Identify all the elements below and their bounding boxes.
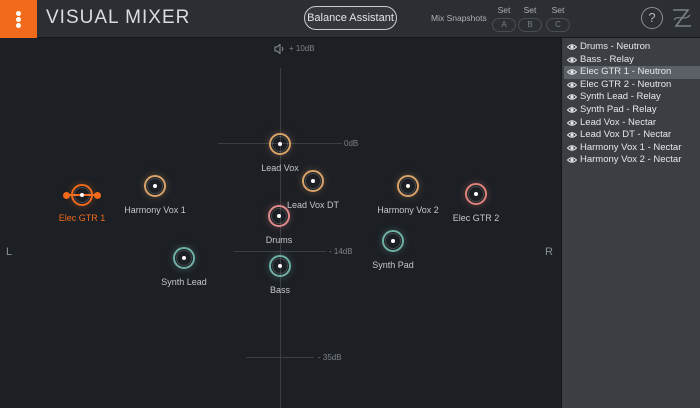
snapshot-b-set-button[interactable]: Set — [518, 5, 542, 15]
track-name: Synth Lead - Relay — [580, 91, 661, 103]
track-list-item[interactable]: Synth Lead - Relay — [564, 91, 700, 104]
track-list-item[interactable]: Bass - Relay — [564, 54, 700, 67]
snapshot-c: Set C — [546, 5, 570, 32]
top-db-text: + 10dB — [289, 44, 315, 54]
mixer-node-drums[interactable] — [268, 205, 290, 227]
track-name: Lead Vox DT - Nectar — [580, 129, 672, 141]
track-name: Lead Vox - Nectar — [580, 116, 657, 128]
node-center-dot — [277, 214, 281, 218]
snapshot-b-button[interactable]: B — [518, 18, 542, 32]
mixer-node-label: Bass — [269, 285, 291, 295]
track-list-item[interactable]: Elec GTR 2 - Neutron — [564, 79, 700, 92]
mixer-node-label: Lead Vox — [261, 163, 299, 173]
pan-left-label: L — [6, 246, 13, 258]
width-handle-left[interactable] — [63, 191, 70, 199]
track-name: Harmony Vox 1 - Nectar — [580, 141, 682, 153]
pan-right-label: R — [545, 246, 553, 258]
top-db-label: + 10dB — [274, 44, 315, 54]
db-label-0: 0dB — [344, 139, 359, 148]
track-name: Harmony Vox 2 - Nectar — [580, 154, 682, 166]
mixer-node-harmony-vox-1[interactable] — [144, 175, 166, 197]
node-center-dot — [278, 142, 282, 146]
mixer-node-label: Harmony Vox 2 — [377, 205, 439, 215]
eye-icon[interactable] — [567, 93, 577, 101]
track-list-item[interactable]: Lead Vox DT - Nectar — [564, 129, 700, 142]
db-label-14: - 14dB — [329, 247, 353, 256]
mixer-node-label: Lead Vox DT — [286, 200, 340, 210]
menu-dot-icon — [16, 11, 21, 16]
eye-icon[interactable] — [567, 43, 577, 51]
mixer-node-label: Elec GTR 2 — [452, 213, 500, 223]
header-bar: VISUAL MIXER Balance Assistant Mix Snaps… — [0, 0, 700, 38]
eye-icon[interactable] — [567, 106, 577, 114]
mixer-node-label: Elec GTR 1 — [58, 213, 106, 223]
snapshot-a-set-button[interactable]: Set — [492, 5, 516, 15]
track-name: Synth Pad - Relay — [580, 104, 657, 115]
menu-dot-icon — [16, 17, 21, 22]
track-name: Bass - Relay — [580, 53, 634, 65]
menu-button[interactable] — [0, 0, 37, 38]
mixer-node-label: Synth Pad — [372, 260, 414, 270]
eye-icon[interactable] — [567, 56, 577, 64]
eye-icon[interactable] — [567, 156, 577, 164]
node-center-dot — [153, 184, 157, 188]
track-list-item[interactable]: Drums - Neutron — [564, 41, 700, 54]
mixer-node-elec-gtr-1[interactable] — [71, 184, 93, 206]
mixer-node-elec-gtr-2[interactable] — [465, 183, 487, 205]
node-center-dot — [406, 184, 410, 188]
eye-icon[interactable] — [567, 131, 577, 139]
snapshot-a: Set A — [492, 5, 516, 32]
eye-icon[interactable] — [567, 119, 577, 127]
track-list-item[interactable]: Harmony Vox 2 - Nectar — [564, 154, 700, 167]
track-name: Elec GTR 2 - Neutron — [580, 78, 672, 90]
eye-icon[interactable] — [567, 68, 577, 76]
node-center-dot — [182, 256, 186, 260]
track-list: Drums - Neutron Bass - Relay Elec GTR 1 - … — [561, 38, 700, 408]
mixer-node-lead-vox[interactable] — [269, 133, 291, 155]
track-list-item[interactable]: Synth Pad - Relay — [564, 104, 700, 117]
width-handle-right[interactable] — [94, 191, 101, 199]
gridline-35db — [246, 357, 314, 358]
eye-icon[interactable] — [567, 144, 577, 152]
snapshot-a-button[interactable]: A — [492, 18, 516, 32]
mixer-node-label: Harmony Vox 1 — [124, 205, 186, 215]
node-center-dot — [311, 179, 315, 183]
db-label-35: - 35dB — [318, 353, 342, 362]
mixer-node-lead-vox-dt[interactable] — [302, 170, 324, 192]
snapshot-c-button[interactable]: C — [546, 18, 570, 32]
izotope-logo-icon — [673, 9, 691, 27]
track-name: Drums - Neutron — [580, 41, 651, 52]
eye-icon[interactable] — [567, 81, 577, 89]
node-center-dot — [80, 193, 84, 197]
mixer-node-synth-lead[interactable] — [173, 247, 195, 269]
visual-mixer-panel[interactable]: + 10dB 0dB - 14dB - 35dB L R Elec GTR 1 H… — [0, 38, 561, 408]
track-list-item[interactable]: Harmony Vox 1 - Nectar — [564, 142, 700, 155]
snapshot-c-set-button[interactable]: Set — [546, 5, 570, 15]
gridline-14db — [234, 251, 326, 252]
track-list-item[interactable]: Lead Vox - Nectar — [564, 117, 700, 130]
snapshot-b: Set B — [518, 5, 542, 32]
node-center-dot — [278, 264, 282, 268]
mixer-node-label: Drums — [265, 235, 293, 245]
app-title: VISUAL MIXER — [46, 7, 191, 28]
mixer-node-bass[interactable] — [269, 255, 291, 277]
speaker-icon — [274, 44, 284, 54]
mixer-node-harmony-vox-2[interactable] — [397, 175, 419, 197]
node-center-dot — [391, 239, 395, 243]
track-name: Elec GTR 1 - Neutron — [580, 66, 672, 78]
mixer-node-synth-pad[interactable] — [382, 230, 404, 252]
help-button[interactable]: ? — [641, 7, 663, 29]
mixer-node-label: Synth Lead — [161, 277, 207, 287]
balance-assistant-button[interactable]: Balance Assistant — [304, 6, 397, 30]
menu-dot-icon — [16, 23, 21, 28]
node-center-dot — [474, 192, 478, 196]
track-list-item[interactable]: Elec GTR 1 - Neutron — [564, 66, 700, 79]
mix-snapshots-label: Mix Snapshots — [431, 13, 487, 23]
